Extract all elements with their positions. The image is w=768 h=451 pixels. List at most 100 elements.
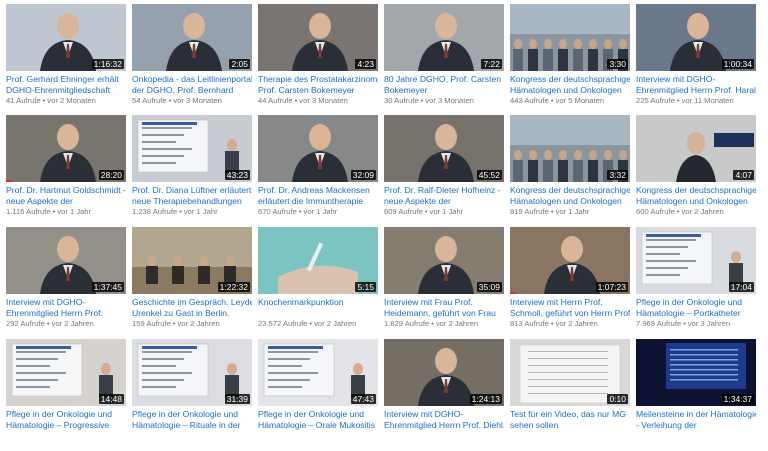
- upload-age: vor 5 Monaten: [555, 96, 605, 105]
- video-title[interactable]: Meilensteine in der Hämatologie - Verleih…: [636, 409, 756, 430]
- video-title-line: Pflege in der Onkologie und: [258, 409, 365, 419]
- video-title-line: Urenkel zu Gast in Berlin.: [132, 307, 230, 318]
- video-card[interactable]: 1:00:34 Interview mit DGHO- Ehrenmitglied …: [636, 4, 756, 116]
- meta-separator: •: [168, 96, 172, 105]
- video-thumbnail[interactable]: 35:09: [384, 227, 504, 294]
- video-thumbnail[interactable]: 28:20: [6, 115, 126, 182]
- video-title[interactable]: Interview mit Herrn Prof. Schmoll, geführ…: [510, 297, 630, 318]
- video-thumbnail[interactable]: 3:30: [510, 4, 630, 71]
- video-card[interactable]: 2:05 Onkopedia - das Leitlinienportal der …: [132, 4, 252, 116]
- video-thumbnail[interactable]: 1:00:34: [636, 4, 756, 71]
- view-count: 225 Aufrufe: [636, 96, 675, 105]
- video-thumbnail[interactable]: 4:23: [258, 4, 378, 71]
- video-card[interactable]: 1:24:13 Interview mit DGHO- Ehrenmitglied …: [384, 339, 504, 451]
- video-title[interactable]: 80 Jahre DGHO, Prof. Carsten Bokemeyer: [384, 74, 504, 95]
- video-card[interactable]: 5:15 Knochenmarkpunktion 23.572 Aufrufe • vo…: [258, 227, 378, 339]
- video-title[interactable]: Kongress der deutschsprachigen Hämatologe…: [636, 185, 756, 206]
- video-title[interactable]: Pflege in der Onkologie und Hämatologie –…: [258, 409, 378, 430]
- video-title-line: Hämatologen und Onkologen: [510, 84, 622, 95]
- video-card[interactable]: 3:32 Kongress der deutschsprachigen Hämato…: [510, 115, 630, 227]
- video-thumbnail[interactable]: 1:37:45: [6, 227, 126, 294]
- video-title[interactable]: Test für ein Video, das nur MG sehen soll…: [510, 409, 630, 430]
- video-title[interactable]: Geschichte im Gespräch. Leyden- Urenkel z…: [132, 297, 252, 318]
- video-card[interactable]: 3:30 Kongress der deutschsprachigen Hämato…: [510, 4, 630, 116]
- video-thumbnail[interactable]: 17:04: [636, 227, 756, 294]
- video-thumbnail[interactable]: 32:09: [258, 115, 378, 182]
- video-title[interactable]: Kongress der deutschsprachigen Hämatologe…: [510, 185, 630, 206]
- video-card[interactable]: 4:23 Therapie des Prostatakarzinoms, Prof.…: [258, 4, 378, 116]
- duration-badge: 43:23: [224, 170, 250, 180]
- duration-badge: 3:30: [607, 59, 628, 69]
- video-title-line: Knochenmarkpunktion: [258, 297, 344, 307]
- video-thumbnail[interactable]: 31:39: [132, 339, 252, 406]
- video-thumbnail[interactable]: 4:07: [636, 115, 756, 182]
- video-thumbnail[interactable]: 0:10: [510, 339, 630, 406]
- view-count: 443 Aufrufe: [510, 96, 549, 105]
- meta-separator: •: [309, 319, 313, 328]
- video-thumbnail[interactable]: 2:05: [132, 4, 252, 71]
- video-title[interactable]: Interview mit DGHO- Ehrenmitglied Herrn P…: [6, 297, 126, 318]
- video-card[interactable]: 47:43 Pflege in der Onkologie und Hämatolo…: [258, 339, 378, 451]
- watch-progress-bar: [510, 292, 516, 294]
- video-title-line: Interview mit DGHO-: [6, 297, 86, 307]
- video-meta: 443 Aufrufe • vor 5 Monaten: [510, 96, 630, 105]
- video-title[interactable]: Therapie des Prostatakarzinoms, Prof. Car…: [258, 74, 378, 95]
- video-title[interactable]: Interview mit DGHO- Ehrenmitglied Herrn P…: [636, 74, 756, 95]
- video-card[interactable]: 28:20 Prof. Dr. Hartmut Goldschmidt - neue…: [6, 115, 126, 227]
- video-card[interactable]: 1:22:32 Geschichte im Gespräch. Leyden- Ur…: [132, 227, 252, 339]
- video-title-line: neue Aspekte der: [6, 195, 73, 206]
- video-card[interactable]: 31:39 Pflege in der Onkologie und Hämatolo…: [132, 339, 252, 451]
- video-thumbnail[interactable]: 1:22:32: [132, 227, 252, 294]
- video-title[interactable]: Knochenmarkpunktion: [258, 297, 378, 308]
- video-card[interactable]: 35:09 Interview mit Frau Prof. Heidemann, …: [384, 227, 504, 339]
- video-thumbnail[interactable]: 1:16:32: [6, 4, 126, 71]
- video-meta: 819 Aufrufe • vor 1 Jahr: [510, 207, 630, 216]
- video-title-line: DGHO-Ehrenmitgliedschaft: [6, 84, 111, 95]
- video-thumbnail[interactable]: 1:24:13: [384, 339, 504, 406]
- video-title[interactable]: Onkopedia - das Leitlinienportal der DGHO…: [132, 74, 252, 95]
- video-card[interactable]: 1:34:37 Meilensteine in der Hämatologie - …: [636, 339, 756, 451]
- video-thumbnail[interactable]: 7:22: [384, 4, 504, 71]
- duration-badge: 4:23: [355, 59, 376, 69]
- video-card[interactable]: 0:10 Test für ein Video, das nur MG sehen …: [510, 339, 630, 451]
- video-thumbnail[interactable]: 1:07:23: [510, 227, 630, 294]
- video-card[interactable]: 17:04 Pflege in der Onkologie und Hämatolo…: [636, 227, 756, 339]
- video-card[interactable]: 1:37:45 Interview mit DGHO- Ehrenmitglied …: [6, 227, 126, 339]
- video-card[interactable]: 32:09 Prof. Dr. Andreas Mackensen erläuter…: [258, 115, 378, 227]
- video-card[interactable]: 1:07:23 Interview mit Herrn Prof. Schmoll,…: [510, 227, 630, 339]
- view-count: 600 Aufrufe: [636, 207, 675, 216]
- video-title-line: Test für ein Video, das nur MG: [510, 409, 626, 419]
- video-title[interactable]: Pflege in der Onkologie und Hämatologie –…: [636, 297, 756, 318]
- video-title-line: Pflege in der Onkologie und: [132, 409, 239, 419]
- video-title[interactable]: Interview mit Frau Prof. Heidemann, gefüh…: [384, 297, 504, 318]
- video-title[interactable]: Interview mit DGHO- Ehrenmitglied Herrn P…: [384, 409, 504, 430]
- video-thumbnail[interactable]: 47:43: [258, 339, 378, 406]
- video-title-line: Hämatologie – Rituale in der: [132, 419, 241, 430]
- video-title[interactable]: Pflege in der Onkologie und Hämatologie –…: [6, 409, 126, 430]
- video-thumbnail[interactable]: 43:23: [132, 115, 252, 182]
- video-title[interactable]: Pflege in der Onkologie und Hämatologie –…: [132, 409, 252, 430]
- video-card[interactable]: 45:52 Prof. Dr. Ralf-Dieter Hofheinz - neu…: [384, 115, 504, 227]
- video-card[interactable]: 1:16:32 Prof. Gerhard Ehninger erhält DGHO…: [6, 4, 126, 116]
- video-card[interactable]: 43:23 Prof. Dr. Diana Lüftner erläutert ne…: [132, 115, 252, 227]
- video-thumbnail[interactable]: 45:52: [384, 115, 504, 182]
- video-title-line: Hämatologie – Portkatheter: [636, 307, 741, 318]
- video-title[interactable]: Prof. Dr. Hartmut Goldschmidt - neue Aspe…: [6, 185, 126, 206]
- video-thumbnail[interactable]: 14:48: [6, 339, 126, 406]
- video-card[interactable]: 4:07 Kongress der deutschsprachigen Hämato…: [636, 115, 756, 227]
- video-title[interactable]: Prof. Dr. Diana Lüftner erläutert neue Th…: [132, 185, 252, 206]
- video-card[interactable]: 14:48 Pflege in der Onkologie und Hämatolo…: [6, 339, 126, 451]
- video-thumbnail[interactable]: 1:34:37: [636, 339, 756, 406]
- video-title[interactable]: Prof. Dr. Andreas Mackensen erläutert die…: [258, 185, 378, 206]
- video-title[interactable]: Kongress der deutschsprachigen Hämatologe…: [510, 74, 630, 95]
- upload-age: vor 3 Monaten: [425, 96, 474, 105]
- video-card[interactable]: 7:22 80 Jahre DGHO, Prof. Carsten Bokemeye…: [384, 4, 504, 116]
- video-title[interactable]: Prof. Gerhard Ehninger erhält DGHO-Ehrenm…: [6, 74, 126, 95]
- meta-separator: •: [172, 319, 176, 328]
- video-meta: 30 Aufrufe • vor 3 Monaten: [384, 96, 504, 105]
- view-count: 609 Aufrufe: [384, 207, 423, 216]
- video-title[interactable]: Prof. Dr. Ralf-Dieter Hofheinz - neue Asp…: [384, 185, 504, 206]
- video-title-line: Prof. Dr. Ralf-Dieter Hofheinz -: [384, 185, 501, 195]
- video-thumbnail[interactable]: 3:32: [510, 115, 630, 182]
- video-thumbnail[interactable]: 5:15: [258, 227, 378, 294]
